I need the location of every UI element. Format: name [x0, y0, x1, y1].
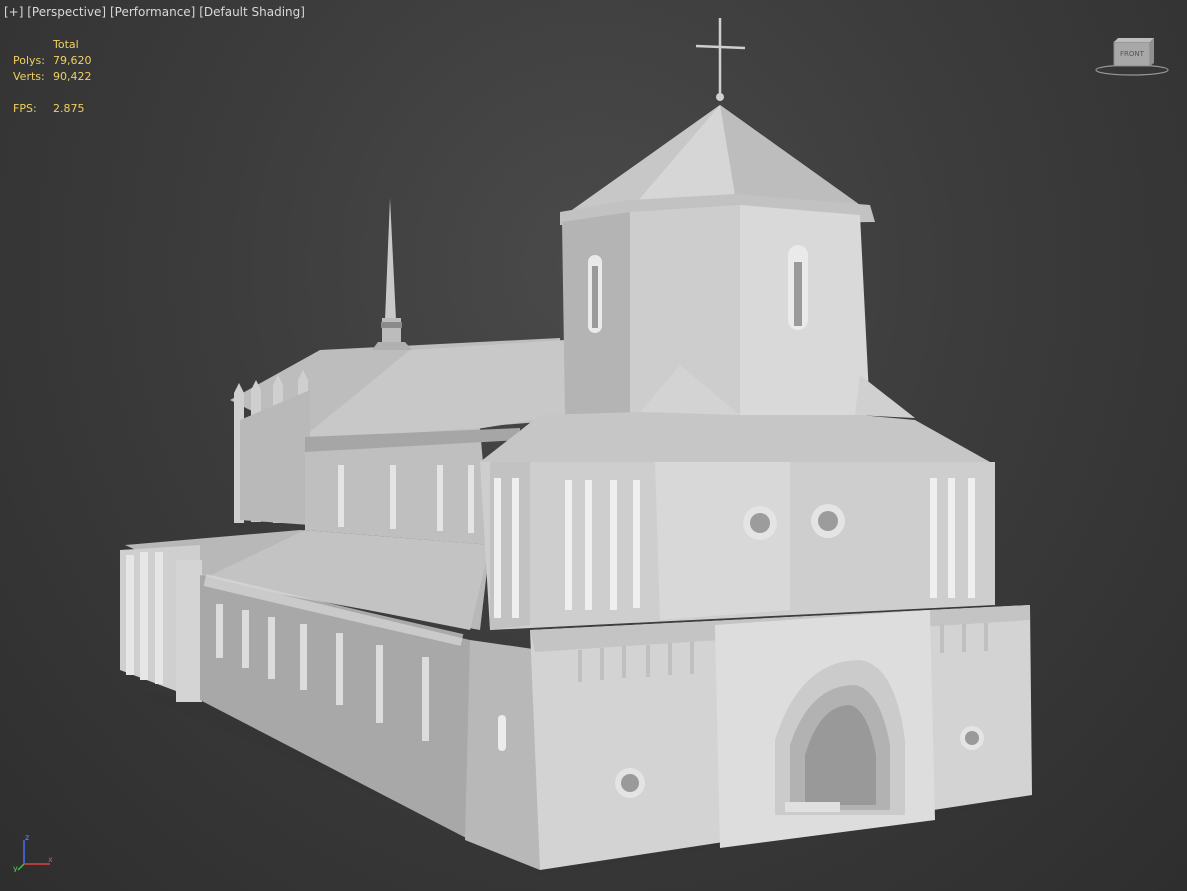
stats-value: 2.875 [53, 102, 85, 115]
viewport-label[interactable]: [+] [Perspective] [Performance] [Default… [4, 5, 305, 19]
stats-label: Verts: [13, 70, 45, 83]
stats-value: 79,620 [53, 54, 92, 67]
viewport-menu-shading[interactable]: [Default Shading] [199, 5, 305, 19]
viewport-menu-view[interactable]: [Perspective] [27, 5, 106, 19]
perspective-viewport[interactable]: [+] [Perspective] [Performance] [Default… [0, 0, 1187, 891]
axis-y-label: y [13, 864, 18, 872]
axis-gizmo: z x y [13, 833, 53, 872]
tower-cross [695, 18, 746, 95]
stats-label: Polys: [13, 54, 45, 67]
church-model[interactable] [0, 0, 1187, 891]
viewport-menu-plus[interactable]: [+] [4, 5, 23, 19]
view-cube-face-label: FRONT [1120, 50, 1145, 58]
axis-x-label: x [48, 855, 53, 864]
stats-value: 90,422 [53, 70, 92, 83]
viewport-menu-performance[interactable]: [Performance] [110, 5, 195, 19]
stats-label: FPS: [13, 102, 37, 115]
base-left [465, 640, 540, 870]
axis-z-label: z [25, 833, 29, 842]
view-cube[interactable]: FRONT [1094, 36, 1170, 80]
stats-header: Total [53, 38, 79, 51]
small-spire [385, 198, 396, 320]
